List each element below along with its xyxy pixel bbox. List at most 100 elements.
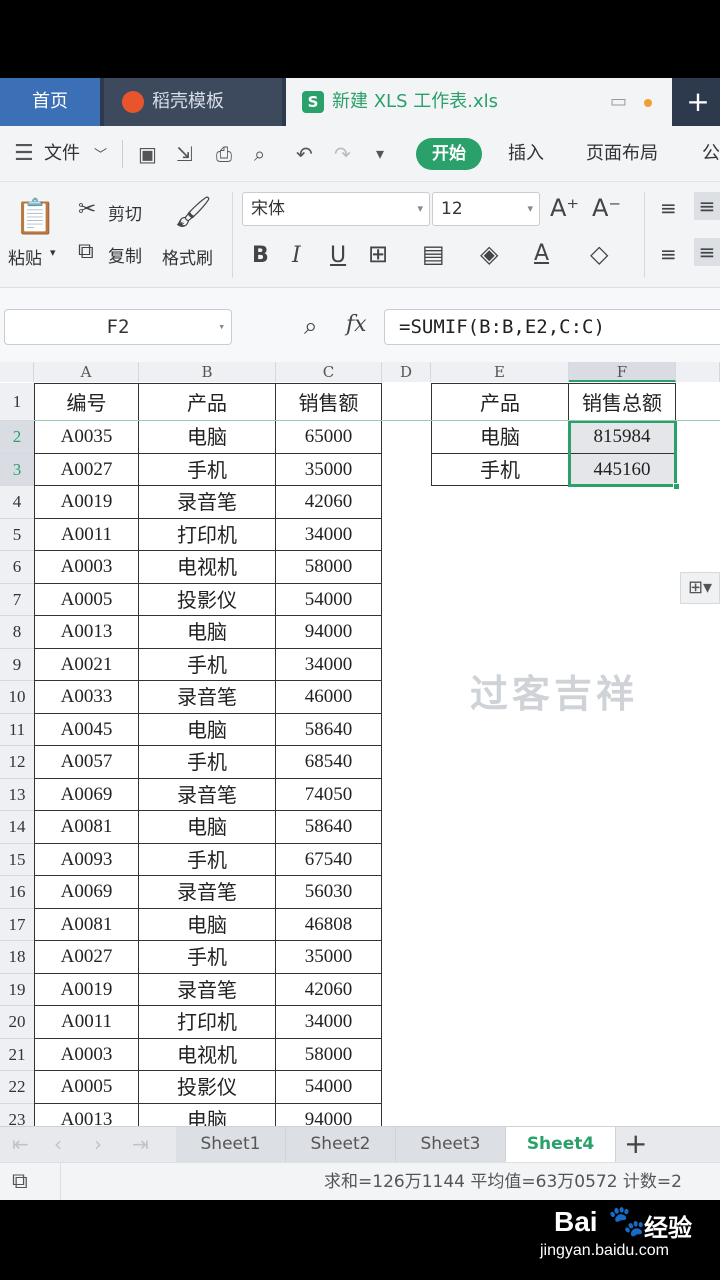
table-cell[interactable]: A0005 <box>34 1071 139 1104</box>
row-header[interactable]: 3 <box>0 453 34 486</box>
table-cell[interactable]: A0033 <box>34 681 139 714</box>
tab-home[interactable]: 首页 <box>0 78 100 126</box>
header-cell[interactable]: 编号 <box>34 383 139 421</box>
table-cell[interactable]: 46000 <box>276 681 382 714</box>
table-cell[interactable]: 手机 <box>139 941 276 974</box>
cut-button[interactable]: 剪切 <box>108 200 142 225</box>
italic-icon[interactable]: I <box>292 242 301 270</box>
table-cell[interactable]: 电视机 <box>139 1038 276 1071</box>
column-header-d[interactable]: D <box>382 362 431 382</box>
table-cell[interactable]: 58640 <box>276 713 382 746</box>
underline-icon[interactable]: U <box>330 242 346 270</box>
chevron-down-icon[interactable]: ﹀ <box>94 144 107 168</box>
table-cell[interactable]: 电脑 <box>139 713 276 746</box>
table-cell[interactable]: A0027 <box>34 941 139 974</box>
table-cell[interactable]: 投影仪 <box>139 583 276 616</box>
column-header-g[interactable] <box>676 362 720 382</box>
table-cell[interactable]: A0011 <box>34 518 139 551</box>
table-cell[interactable]: 46808 <box>276 908 382 941</box>
table-cell[interactable]: A0019 <box>34 486 139 519</box>
table-cell[interactable]: A0069 <box>34 778 139 811</box>
table-cell[interactable]: 手机 <box>139 453 276 486</box>
sheet-tab-sheet1[interactable]: Sheet1 <box>176 1127 286 1162</box>
row-header[interactable]: 7 <box>0 583 34 616</box>
table-cell[interactable]: 电脑 <box>139 908 276 941</box>
undo-icon[interactable]: ↶ <box>296 142 313 166</box>
more-dropdown-icon[interactable]: ▾ <box>376 142 384 166</box>
tab-templates[interactable]: 稻壳模板 <box>104 78 282 126</box>
row-header[interactable]: 18 <box>0 941 34 974</box>
table-cell[interactable]: 录音笔 <box>139 973 276 1006</box>
table-cell[interactable]: 电脑 <box>139 421 276 454</box>
table-cell[interactable]: 54000 <box>276 1071 382 1104</box>
copy-icon[interactable]: ⧉ <box>78 238 94 266</box>
row-header[interactable]: 9 <box>0 648 34 681</box>
font-color-icon[interactable]: A <box>534 240 549 268</box>
table-cell[interactable]: A0013 <box>34 1103 139 1126</box>
align-center-icon[interactable]: ≡ <box>694 238 720 266</box>
align-left-icon[interactable]: ≡ <box>660 240 677 268</box>
spreadsheet-grid[interactable]: ABCDEF 1 2 3 4 5 6 7 8 9 10 11 12 13 14 15 16 17 18 19 20 21… <box>0 362 720 1126</box>
table-cell[interactable]: 电脑 <box>139 616 276 649</box>
row-header[interactable]: 19 <box>0 973 34 1006</box>
table-cell[interactable]: 445160 <box>569 453 676 486</box>
paste-dropdown-icon[interactable]: ▾ <box>50 246 56 259</box>
row-header[interactable]: 22 <box>0 1071 34 1104</box>
table-cell[interactable]: A0005 <box>34 583 139 616</box>
row-header[interactable]: 16 <box>0 876 34 909</box>
column-header-e[interactable]: E <box>431 362 569 382</box>
table-cell[interactable]: 74050 <box>276 778 382 811</box>
menu-start[interactable]: 开始 <box>416 138 482 170</box>
bold-icon[interactable]: B <box>252 242 269 270</box>
row-header[interactable]: 17 <box>0 908 34 941</box>
row-header[interactable]: 12 <box>0 746 34 779</box>
table-cell[interactable]: 录音笔 <box>139 486 276 519</box>
formula-input[interactable]: =SUMIF(B:B,E2,C:C) <box>384 309 720 345</box>
table-cell[interactable]: 94000 <box>276 616 382 649</box>
table-cell[interactable]: 电脑 <box>431 421 569 454</box>
table-cell[interactable]: A0021 <box>34 648 139 681</box>
table-cell[interactable]: 34000 <box>276 518 382 551</box>
table-cell[interactable]: 录音笔 <box>139 778 276 811</box>
table-cell[interactable]: 68540 <box>276 746 382 779</box>
table-cell[interactable]: 34000 <box>276 1006 382 1039</box>
table-cell[interactable]: A0003 <box>34 551 139 584</box>
table-cell[interactable]: A0019 <box>34 973 139 1006</box>
cell-style-icon[interactable]: ▤ <box>422 240 445 268</box>
menu-file[interactable]: 文件 <box>44 126 80 182</box>
first-sheet-icon[interactable]: ⇤ <box>12 1127 29 1162</box>
table-cell[interactable]: 94000 <box>276 1103 382 1126</box>
zoom-search-icon[interactable]: ⌕ <box>304 312 317 340</box>
table-cell[interactable]: 电脑 <box>139 811 276 844</box>
table-cell[interactable]: 56030 <box>276 876 382 909</box>
table-cell[interactable]: 手机 <box>139 843 276 876</box>
table-cell[interactable]: 58000 <box>276 551 382 584</box>
hamburger-menu-icon[interactable]: ☰ <box>14 142 34 166</box>
table-cell[interactable]: 打印机 <box>139 1006 276 1039</box>
table-cell[interactable]: A0011 <box>34 1006 139 1039</box>
name-box[interactable]: F2 ▾ <box>4 309 232 345</box>
table-cell[interactable]: 电脑 <box>139 1103 276 1126</box>
table-cell[interactable]: 67540 <box>276 843 382 876</box>
table-cell[interactable]: A0035 <box>34 421 139 454</box>
table-cell[interactable]: 58000 <box>276 1038 382 1071</box>
table-cell[interactable]: 65000 <box>276 421 382 454</box>
next-sheet-icon[interactable]: › <box>94 1127 102 1162</box>
table-cell[interactable]: A0027 <box>34 453 139 486</box>
status-icon[interactable]: ⧉ <box>12 1169 28 1194</box>
sheet-tab-sheet3[interactable]: Sheet3 <box>396 1127 506 1162</box>
table-cell[interactable]: 手机 <box>431 453 569 486</box>
menu-insert[interactable]: 插入 <box>508 126 544 182</box>
table-cell[interactable]: 34000 <box>276 648 382 681</box>
table-cell[interactable]: A0013 <box>34 616 139 649</box>
table-cell[interactable]: A0081 <box>34 811 139 844</box>
table-cell[interactable]: 电视机 <box>139 551 276 584</box>
fill-color-icon[interactable]: ◈ <box>480 240 498 268</box>
row-header[interactable]: 1 <box>0 383 34 421</box>
scissors-icon[interactable]: ✂ <box>78 196 96 224</box>
font-size-select[interactable]: 12 ▾ <box>432 192 540 226</box>
print-preview-icon[interactable]: ⌕ <box>254 142 265 166</box>
clear-format-icon[interactable]: ◇ <box>590 240 608 268</box>
select-all-corner[interactable] <box>0 362 34 382</box>
tab-current-file[interactable]: S 新建 XLS 工作表.xls ▭ <box>286 78 672 126</box>
